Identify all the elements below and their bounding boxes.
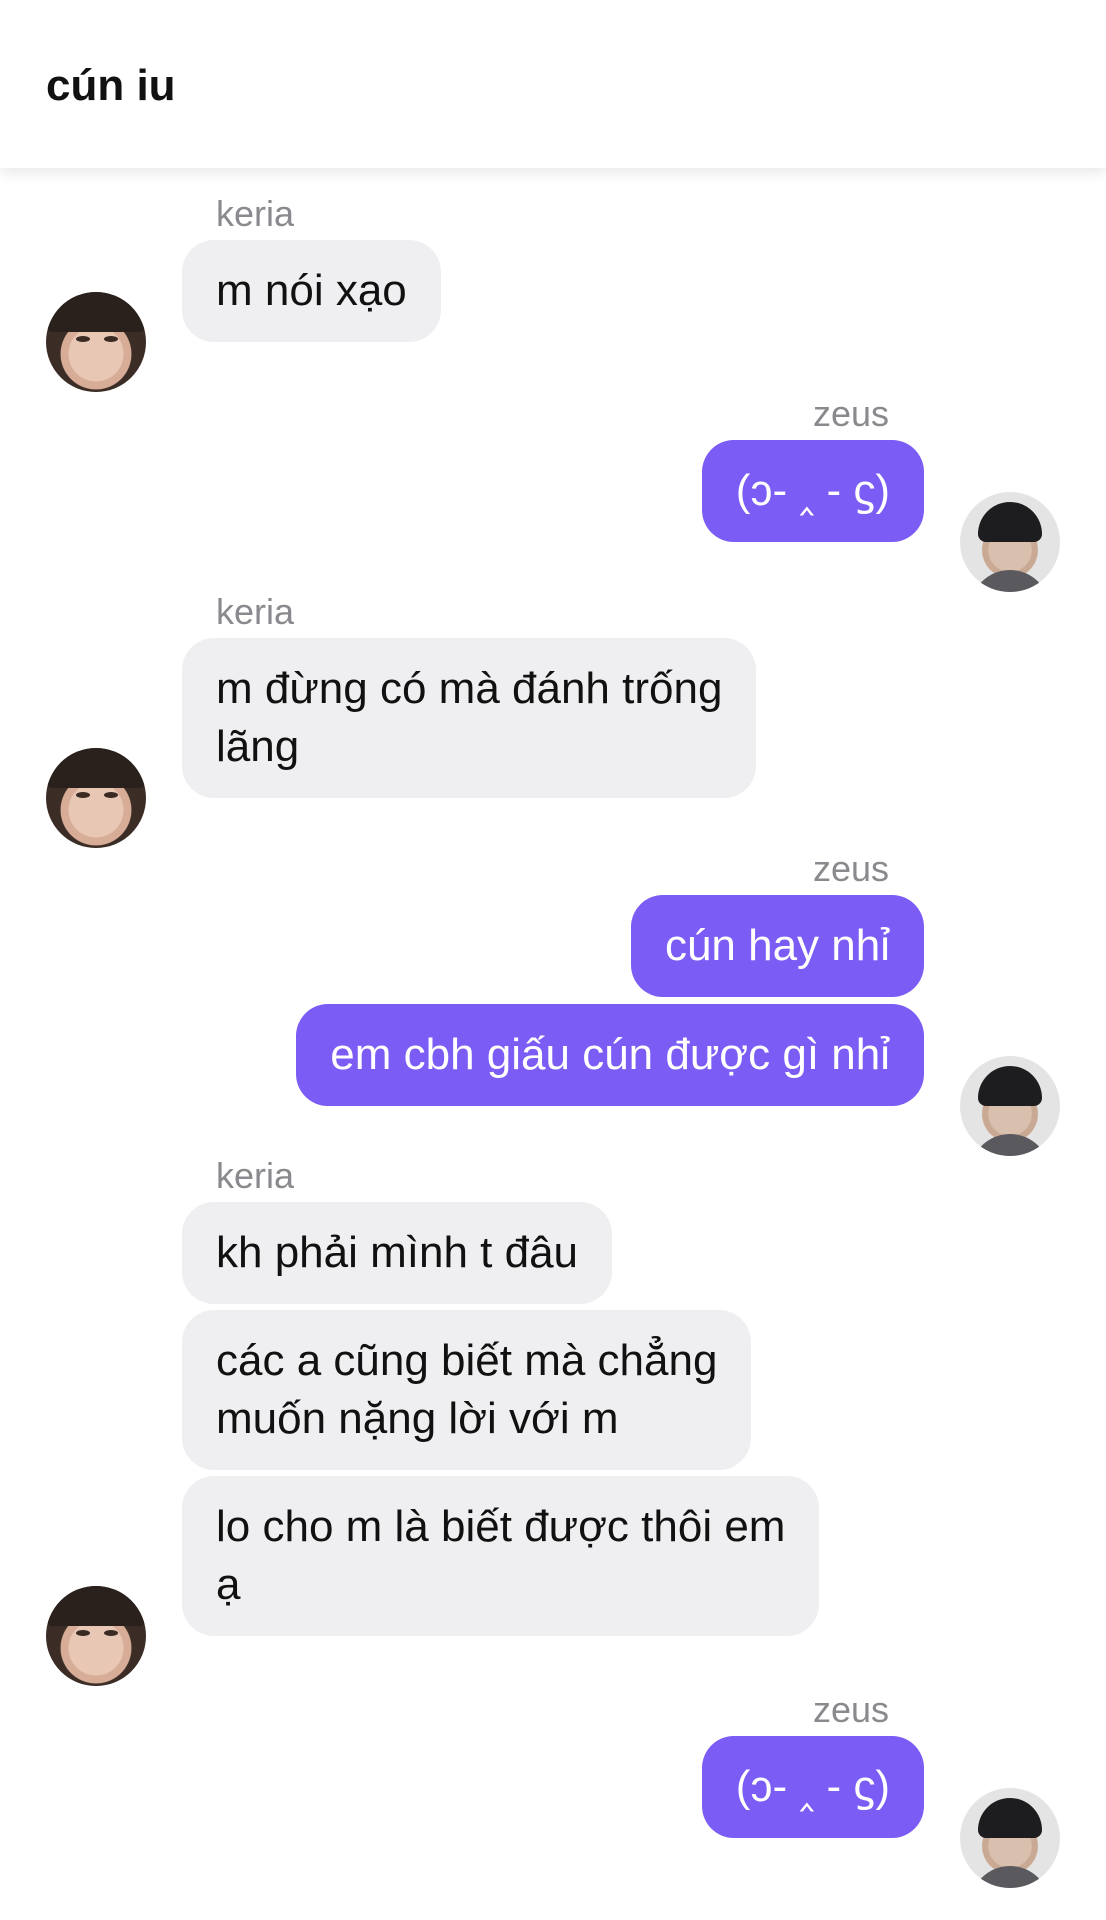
message-bubble-incoming[interactable]: các a cũng biết mà chẳng muốn nặng lời v… — [182, 1310, 752, 1470]
avatar-keria-icon[interactable] — [46, 292, 146, 392]
message-bubble-outgoing[interactable]: em cbh giấu cún được gì nhỉ — [296, 1004, 924, 1106]
message-bubble-outgoing[interactable]: cún hay nhỉ — [630, 895, 924, 997]
avatar-keria-icon[interactable] — [46, 1586, 146, 1686]
sender-name-keria: keria — [216, 193, 295, 234]
avatar-zeus-icon[interactable] — [960, 492, 1060, 592]
sender-name-keria: keria — [216, 591, 295, 632]
message-bubble-incoming[interactable]: kh phải mình t đâu — [182, 1202, 613, 1304]
avatar-keria-icon[interactable] — [46, 748, 146, 848]
avatar-zeus-icon[interactable] — [960, 1788, 1060, 1888]
message-bubble-incoming[interactable]: m nói xạo — [182, 240, 441, 342]
avatar-zeus-icon[interactable] — [960, 1056, 1060, 1156]
chat-title: cún iu — [46, 61, 176, 110]
sender-name-zeus: zeus — [812, 1689, 889, 1730]
message-bubble-incoming[interactable]: lo cho m là biết được thôi em ạ — [182, 1476, 820, 1636]
sender-name-keria: keria — [216, 1155, 295, 1196]
sender-name-zeus: zeus — [812, 848, 889, 889]
sender-name-zeus: zeus — [812, 393, 889, 434]
message-bubble-incoming[interactable]: m đừng có mà đánh trống lãng — [182, 638, 757, 798]
message-bubble-outgoing[interactable]: (ↄ- ‸ - ϛ) — [701, 440, 924, 542]
chat-header: cún iu — [0, 0, 1106, 168]
message-list[interactable]: keria m nói xạo zeus (ↄ- ‸ - ϛ) keria m … — [0, 168, 1106, 1920]
message-bubble-outgoing[interactable]: (ↄ- ‸ - ϛ) — [701, 1736, 924, 1838]
